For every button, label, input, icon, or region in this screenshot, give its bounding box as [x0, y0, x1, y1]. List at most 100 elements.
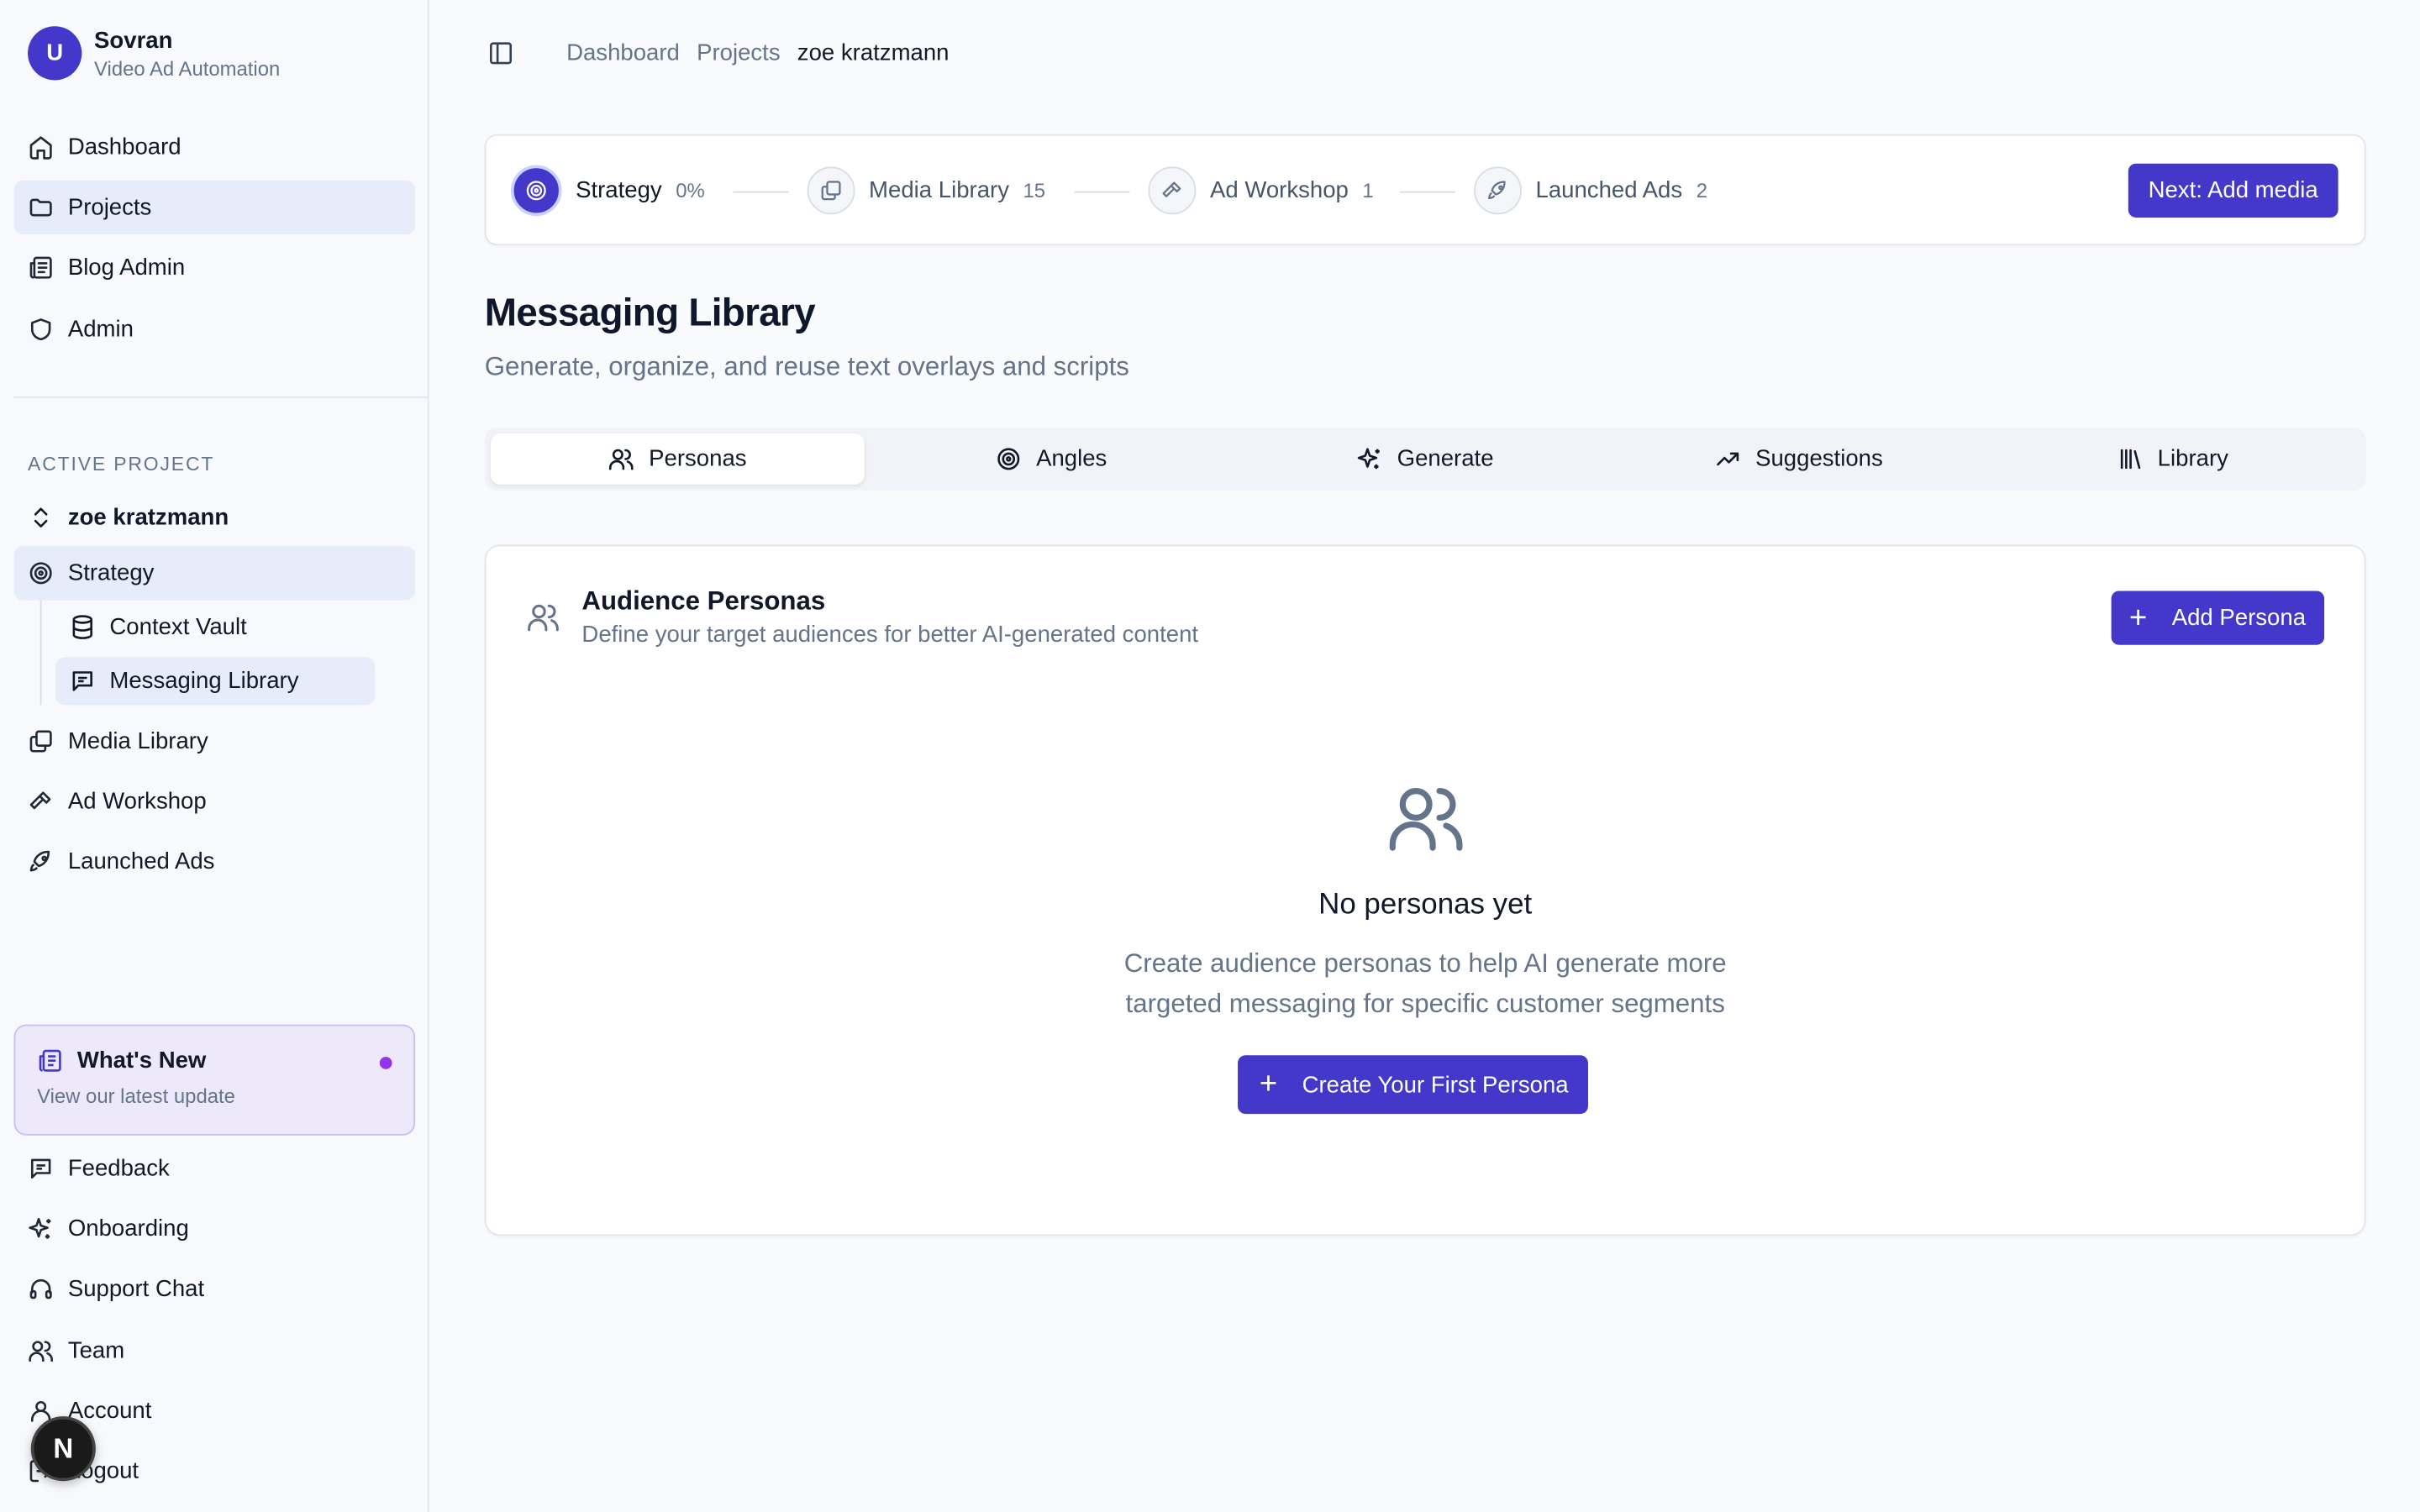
sidebar-item-feedback[interactable]: Feedback [14, 1142, 416, 1195]
sidebar-item-label: Launched Ads [67, 848, 215, 875]
sidebar-item-admin[interactable]: Admin [14, 302, 416, 356]
tab-angles[interactable]: Angles [865, 433, 1239, 485]
create-first-persona-button[interactable]: + Create Your First Persona [1238, 1055, 1589, 1115]
message-square-icon [70, 668, 96, 694]
target-icon [28, 560, 54, 586]
sidebar-item-support-chat[interactable]: Support Chat [14, 1262, 416, 1315]
users-icon [1388, 788, 1462, 851]
sub-nav-line [39, 600, 42, 706]
step-ad-workshop[interactable]: Ad Workshop 1 [1148, 166, 1374, 215]
sidebar-item-onboarding[interactable]: Onboarding [14, 1202, 416, 1256]
next-add-media-button[interactable]: Next: Add media [2128, 163, 2338, 218]
chevrons-up-down-icon [28, 505, 54, 531]
images-icon [28, 728, 54, 754]
sidebar-item-ad-workshop[interactable]: Ad Workshop [14, 774, 416, 828]
sidebar-item-context-vault[interactable]: Context Vault [55, 603, 375, 651]
empty-state: No personas yet Create audience personas… [487, 778, 2365, 1025]
step-count: 15 [1023, 179, 1046, 202]
plus-icon: + [2128, 601, 2148, 635]
tab-personas[interactable]: Personas [491, 433, 865, 485]
plus-icon: + [1259, 1067, 1278, 1102]
sidebar-item-strategy[interactable]: Strategy [13, 546, 416, 601]
sidebar-item-label: Onboarding [67, 1215, 189, 1242]
brand-subtitle: Video Ad Automation [94, 56, 281, 80]
sidebar-item-label: Context Vault [109, 614, 247, 641]
step-launched-ads[interactable]: Launched Ads 2 [1474, 166, 1707, 215]
page-title: Messaging Library [484, 291, 816, 335]
step-connector [733, 191, 789, 193]
tab-library[interactable]: Library [1986, 433, 2360, 485]
shield-icon [28, 317, 54, 343]
card-title: Audience Personas [581, 585, 826, 616]
hammer-icon [1148, 166, 1197, 215]
breadcrumb: Dashboard Projects zoe kratzmann [487, 40, 965, 66]
users-icon [28, 1337, 54, 1363]
tab-suggestions[interactable]: Suggestions [1612, 433, 1986, 485]
sidebar-item-label: Messaging Library [109, 668, 299, 695]
target-icon [510, 165, 562, 217]
sidebar-item-blog-admin[interactable]: Blog Admin [14, 241, 416, 295]
step-connector [1399, 191, 1456, 193]
step-label: Launched Ads [1535, 177, 1683, 204]
sidebar-item-label: Media Library [67, 727, 208, 755]
breadcrumb-dashboard[interactable]: Dashboard [566, 40, 680, 66]
step-strategy[interactable]: Strategy 0% [510, 165, 705, 217]
rocket-icon [1474, 166, 1522, 215]
sidebar-item-dashboard[interactable]: Dashboard [14, 120, 416, 174]
folder-icon [28, 194, 54, 220]
users-icon [608, 446, 634, 472]
empty-title: No personas yet [1318, 888, 1533, 921]
tab-label: Library [2157, 445, 2228, 473]
tab-label: Generate [1397, 445, 1494, 473]
newspaper-icon [37, 1047, 63, 1074]
sidebar-item-projects[interactable]: Projects [13, 180, 416, 235]
dev-tools-badge[interactable]: N [30, 1416, 96, 1482]
sidebar-item-label: Blog Admin [67, 255, 186, 281]
step-label: Strategy [576, 177, 662, 204]
target-icon [996, 446, 1022, 472]
sidebar-item-messaging-library[interactable]: Messaging Library [55, 657, 376, 706]
sidebar-item-label: Team [67, 1337, 125, 1364]
trending-up-icon [1715, 446, 1741, 472]
home-icon [28, 134, 54, 160]
tab-label: Personas [649, 445, 747, 473]
breadcrumb-projects[interactable]: Projects [697, 40, 781, 66]
empty-description-line: Create audience personas to help AI gene… [1123, 948, 1727, 979]
sidebar-item-launched-ads[interactable]: Launched Ads [14, 835, 416, 889]
sidebar: U Sovran Video Ad Automation Dashboard P… [0, 0, 429, 1512]
sparkles-icon [28, 1215, 54, 1242]
whats-new-card[interactable]: What's New View our latest update [13, 1024, 416, 1136]
sidebar-item-team[interactable]: Team [14, 1324, 416, 1378]
audience-personas-card: Audience Personas Define your target aud… [484, 544, 2366, 1236]
hammer-icon [28, 789, 54, 815]
headphones-icon [28, 1276, 54, 1302]
page-subtitle: Generate, organize, and reuse text overl… [484, 351, 1129, 381]
step-label: Media Library [869, 177, 1009, 204]
sidebar-item-label: Strategy [67, 559, 155, 586]
database-icon [70, 614, 96, 640]
project-name: zoe kratzmann [67, 504, 229, 531]
step-media-library[interactable]: Media Library 15 [807, 166, 1046, 215]
brand-name: Sovran [94, 27, 173, 54]
add-persona-button[interactable]: + Add Persona [2110, 591, 2325, 645]
rocket-icon [28, 848, 54, 874]
project-switcher[interactable]: zoe kratzmann [28, 505, 229, 531]
tab-bar: Personas Angles Generate Suggestions Lib… [484, 427, 2366, 491]
message-square-icon [28, 1156, 54, 1182]
tab-label: Angles [1036, 445, 1107, 473]
brand-avatar: U [28, 26, 82, 81]
tab-generate[interactable]: Generate [1239, 433, 1612, 485]
sidebar-item-label: Feedback [67, 1155, 170, 1182]
breadcrumb-current: zoe kratzmann [797, 39, 950, 66]
sidebar-item-media-library[interactable]: Media Library [14, 714, 416, 768]
sidebar-item-label: Account [67, 1398, 152, 1425]
unread-dot [379, 1057, 392, 1069]
sidebar-toggle-icon[interactable] [487, 40, 513, 66]
newspaper-icon [28, 255, 54, 281]
button-label: Create Your First Persona [1302, 1071, 1569, 1098]
sidebar-item-label: Dashboard [67, 134, 182, 161]
brand[interactable]: U Sovran Video Ad Automation [28, 26, 281, 81]
users-icon [526, 600, 560, 633]
tab-label: Suggestions [1755, 445, 1883, 473]
whats-new-subtitle: View our latest update [37, 1084, 235, 1108]
